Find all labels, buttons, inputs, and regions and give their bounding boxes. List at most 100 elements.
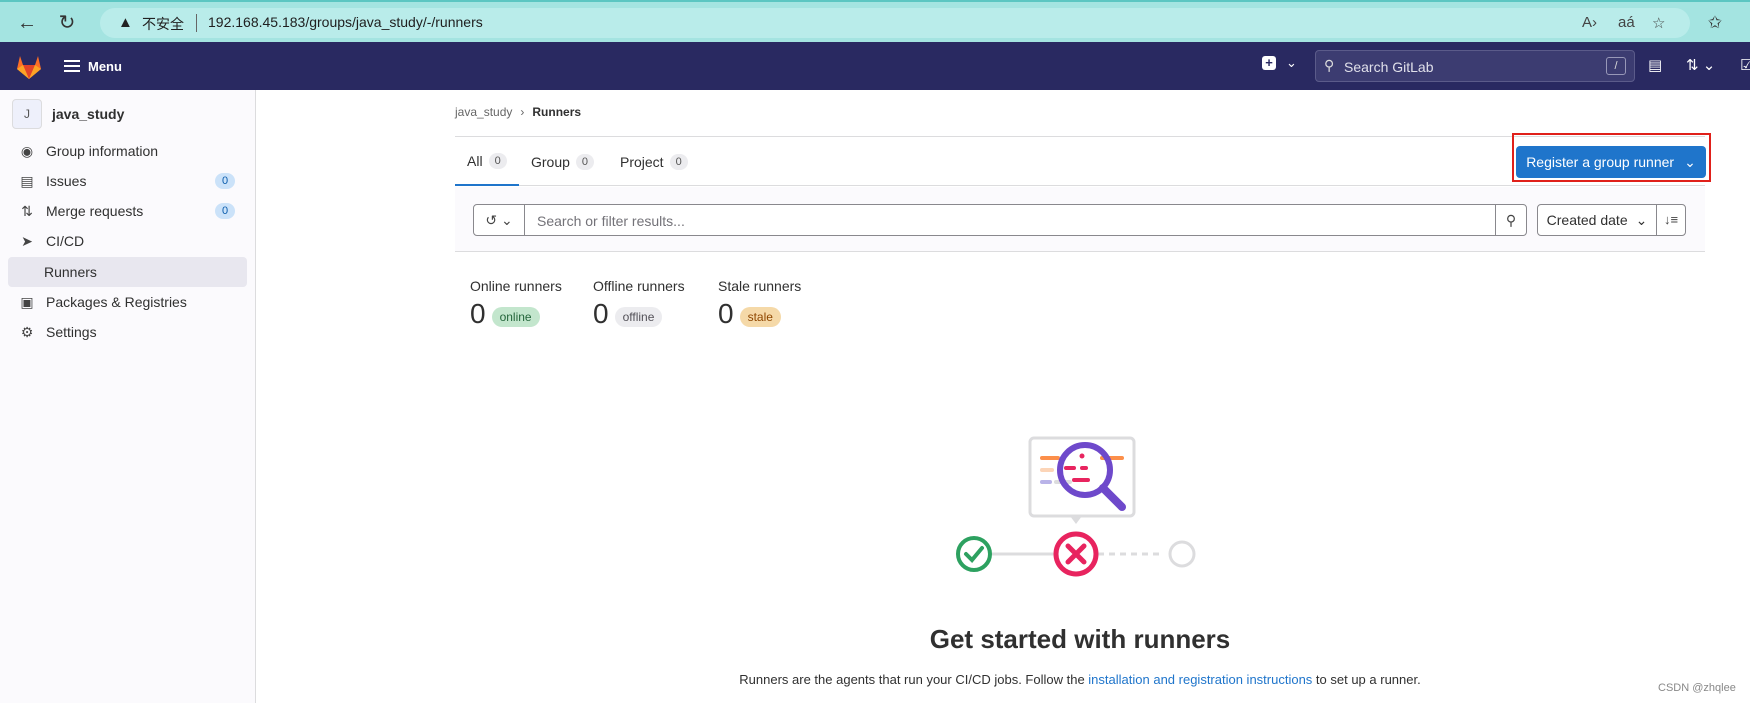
- filter-placeholder: Search or filter results...: [537, 213, 685, 229]
- chevron-down-icon: ⌄: [1286, 55, 1297, 70]
- browser-toolbar: ← ↻ ▲ 不安全 192.168.45.183/groups/java_stu…: [0, 0, 1750, 42]
- favorites-icon[interactable]: ✩: [1704, 12, 1726, 34]
- issues-header-icon[interactable]: ▤: [1648, 56, 1662, 74]
- merge-requests-header-icon[interactable]: ⇅ ⌄: [1686, 56, 1715, 74]
- sidebar-item-runners[interactable]: Runners: [8, 257, 247, 287]
- gitlab-logo-icon[interactable]: [14, 52, 44, 85]
- tab-group[interactable]: Group 0: [531, 137, 595, 186]
- chevron-right-icon: ›: [520, 105, 525, 119]
- tab-all[interactable]: All 0: [455, 137, 519, 186]
- breadcrumb-current[interactable]: Runners: [532, 105, 581, 119]
- menu-label: Menu: [88, 58, 122, 74]
- back-arrow-icon[interactable]: ←: [16, 12, 38, 34]
- reload-icon[interactable]: ↻: [56, 12, 78, 34]
- stat-value: 0: [593, 298, 609, 329]
- filter-search-input[interactable]: Search or filter results...: [524, 204, 1496, 236]
- group-avatar: J: [12, 99, 42, 129]
- sort-dropdown[interactable]: Created date ⌄: [1537, 204, 1657, 236]
- sort-label: Created date: [1546, 212, 1628, 228]
- rocket-icon: ➤: [21, 232, 33, 249]
- filter-search-button[interactable]: ⚲: [1495, 204, 1527, 236]
- sidebar-item-issues[interactable]: ▤ Issues 0: [8, 166, 247, 196]
- insecure-label: 不安全: [142, 16, 184, 32]
- package-icon: ▣: [20, 293, 34, 310]
- stat-label: Online runners: [470, 278, 562, 294]
- empty-state-title: Get started with runners: [929, 624, 1231, 654]
- watermark: CSDN @zhqlee: [1658, 682, 1736, 694]
- sidebar-item-cicd[interactable]: ➤ CI/CD: [8, 226, 247, 256]
- plus-square-icon: +: [1262, 56, 1276, 70]
- filter-bar: ↺ ⌄ Search or filter results... ⚲ Create…: [455, 187, 1705, 252]
- tab-project[interactable]: Project 0: [620, 137, 688, 186]
- merge-requests-count-badge: 0: [215, 203, 235, 219]
- sidebar-item-label: Issues: [46, 173, 87, 189]
- new-dropdown-button[interactable]: + ⌄: [1262, 55, 1297, 71]
- search-shortcut-key: /: [1606, 57, 1626, 75]
- tab-label: All: [467, 152, 483, 169]
- tab-count: 0: [575, 153, 595, 170]
- empty-state-description: Runners are the agents that run your CI/…: [455, 672, 1705, 687]
- history-icon: ↺: [485, 212, 498, 228]
- menu-button[interactable]: Menu: [64, 54, 122, 78]
- sidebar-item-label: CI/CD: [46, 233, 85, 249]
- tab-label: Project: [620, 153, 664, 170]
- sidebar-item-label: Runners: [44, 264, 97, 280]
- sidebar-item-merge-requests[interactable]: ⇅ Merge requests 0: [8, 196, 247, 226]
- stat-value: 0: [718, 298, 734, 329]
- search-placeholder: Search GitLab: [1344, 59, 1434, 75]
- sidebar-item-packages-registries[interactable]: ▣ Packages & Registries: [8, 287, 247, 317]
- status-badge: stale: [739, 307, 781, 327]
- chevron-down-icon: ⌄: [500, 212, 513, 228]
- settings-icon: ⚙: [20, 323, 34, 340]
- register-group-runner-button[interactable]: Register a group runner ⌄: [1516, 146, 1706, 178]
- status-badge: offline: [614, 307, 663, 327]
- todo-icon[interactable]: ☑: [1740, 56, 1750, 74]
- breadcrumb: java_study › Runners: [455, 105, 581, 119]
- runners-empty-illustration: [956, 436, 1196, 577]
- breadcrumb-parent[interactable]: java_study: [455, 105, 512, 119]
- sidebar-item-label: Merge requests: [46, 203, 144, 219]
- url-text[interactable]: 192.168.45.183/groups/java_study/-/runne…: [208, 14, 483, 30]
- sidebar-item-group-information[interactable]: ◉ Group information: [8, 136, 247, 166]
- address-divider: [196, 14, 197, 32]
- search-history-dropdown[interactable]: ↺ ⌄: [473, 204, 525, 236]
- group-icon: ◉: [20, 142, 34, 159]
- stat-offline-runners: Offline runners 0 offline: [593, 278, 685, 328]
- warning-icon: ▲: [118, 14, 133, 31]
- tab-count: 0: [669, 153, 688, 170]
- tab-label: Group: [531, 153, 570, 170]
- translate-icon[interactable]: aá: [1618, 14, 1635, 31]
- empty-desc-text-after: to set up a runner.: [1312, 672, 1421, 687]
- gitlab-header: Menu + ⌄ ⚲ Search GitLab / ▤ ⇅ ⌄ ☑: [0, 42, 1750, 90]
- stat-stale-runners: Stale runners 0 stale: [718, 278, 801, 328]
- sidebar-item-label: Group information: [46, 143, 159, 159]
- search-gitlab-input[interactable]: ⚲ Search GitLab /: [1315, 50, 1635, 82]
- sidebar: J java_study ◉ Group information ▤ Issue…: [0, 90, 256, 703]
- search-icon: ⚲: [1505, 212, 1517, 228]
- group-context[interactable]: J java_study: [12, 98, 124, 130]
- tab-count: 0: [488, 152, 507, 169]
- status-badge: online: [491, 307, 540, 327]
- stat-label: Stale runners: [718, 278, 802, 294]
- issues-count-badge: 0: [215, 173, 235, 189]
- favorite-add-icon[interactable]: ☆: [1652, 14, 1665, 32]
- merge-request-icon: ⇅: [21, 202, 33, 219]
- register-button-label: Register a group runner: [1526, 154, 1675, 170]
- group-name: java_study: [52, 106, 125, 122]
- sort-lowest-icon: ↓≡: [1663, 212, 1679, 227]
- search-icon: ⚲: [1324, 57, 1335, 73]
- sort-direction-button[interactable]: ↓≡: [1656, 204, 1686, 236]
- hamburger-icon: [64, 60, 80, 72]
- address-bar[interactable]: ▲ 不安全 192.168.45.183/groups/java_study/-…: [100, 8, 1690, 38]
- sidebar-item-settings[interactable]: ⚙ Settings: [8, 317, 247, 347]
- installation-instructions-link[interactable]: installation and registration instructio…: [1088, 672, 1312, 687]
- empty-desc-text: Runners are the agents that run your CI/…: [739, 672, 1089, 687]
- chevron-down-icon: ⌄: [1684, 153, 1696, 170]
- sidebar-item-label: Settings: [46, 324, 97, 340]
- stat-label: Offline runners: [593, 278, 685, 294]
- stat-online-runners: Online runners 0 online: [470, 278, 562, 328]
- read-aloud-icon[interactable]: A›: [1582, 14, 1597, 31]
- chevron-down-icon: ⌄: [1635, 211, 1648, 228]
- stat-value: 0: [470, 298, 486, 329]
- issues-icon: ▤: [20, 172, 34, 189]
